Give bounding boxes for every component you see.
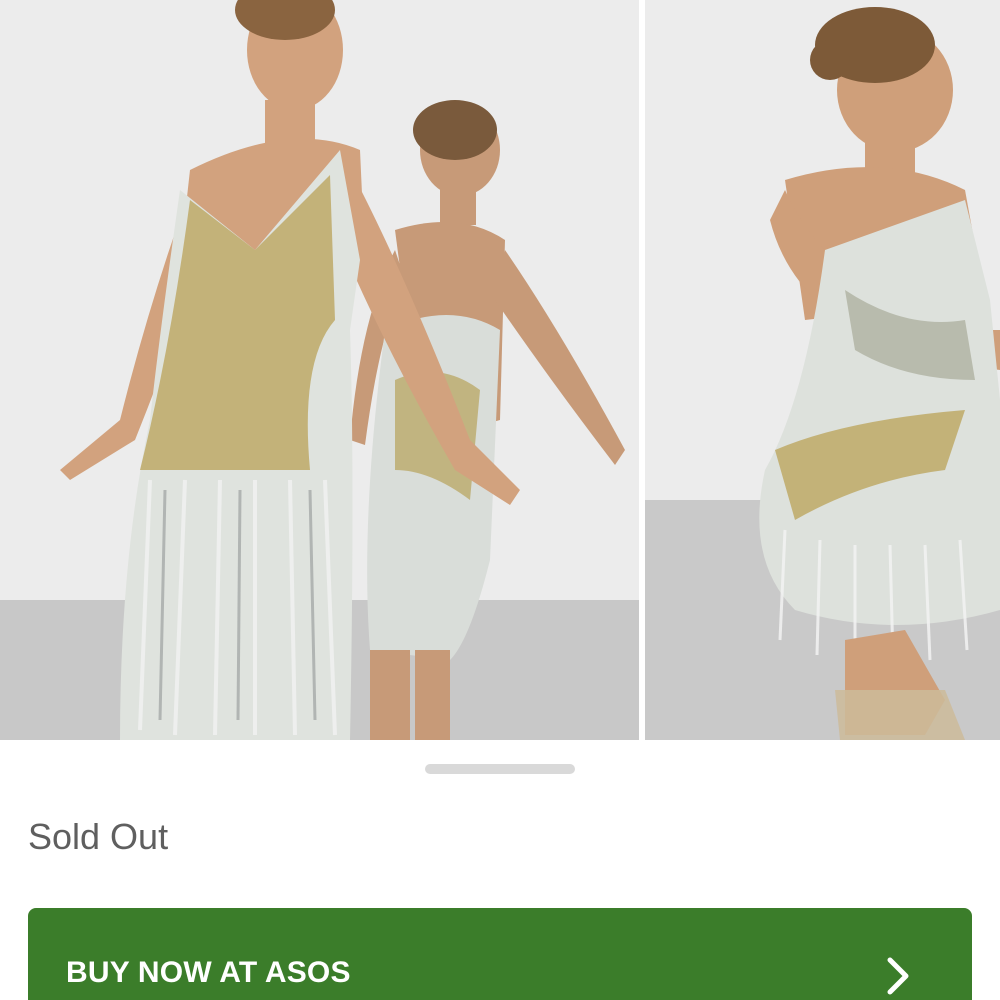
dress-side-illustration: [645, 0, 1000, 740]
buy-now-label: BUY NOW AT ASOS: [66, 956, 351, 989]
product-bottom-sheet: Sold Out BUY NOW AT ASOS: [0, 740, 1000, 1000]
stock-status-label: Sold Out: [28, 816, 169, 857]
buy-now-button[interactable]: BUY NOW AT ASOS: [28, 908, 972, 1000]
dress-front-illustration: [0, 0, 639, 740]
product-image-1[interactable]: [0, 0, 639, 740]
chevron-right-icon: [887, 957, 909, 995]
sheet-drag-handle[interactable]: [425, 764, 575, 774]
product-image-2[interactable]: [645, 0, 1000, 740]
product-image-gallery[interactable]: [0, 0, 1000, 740]
